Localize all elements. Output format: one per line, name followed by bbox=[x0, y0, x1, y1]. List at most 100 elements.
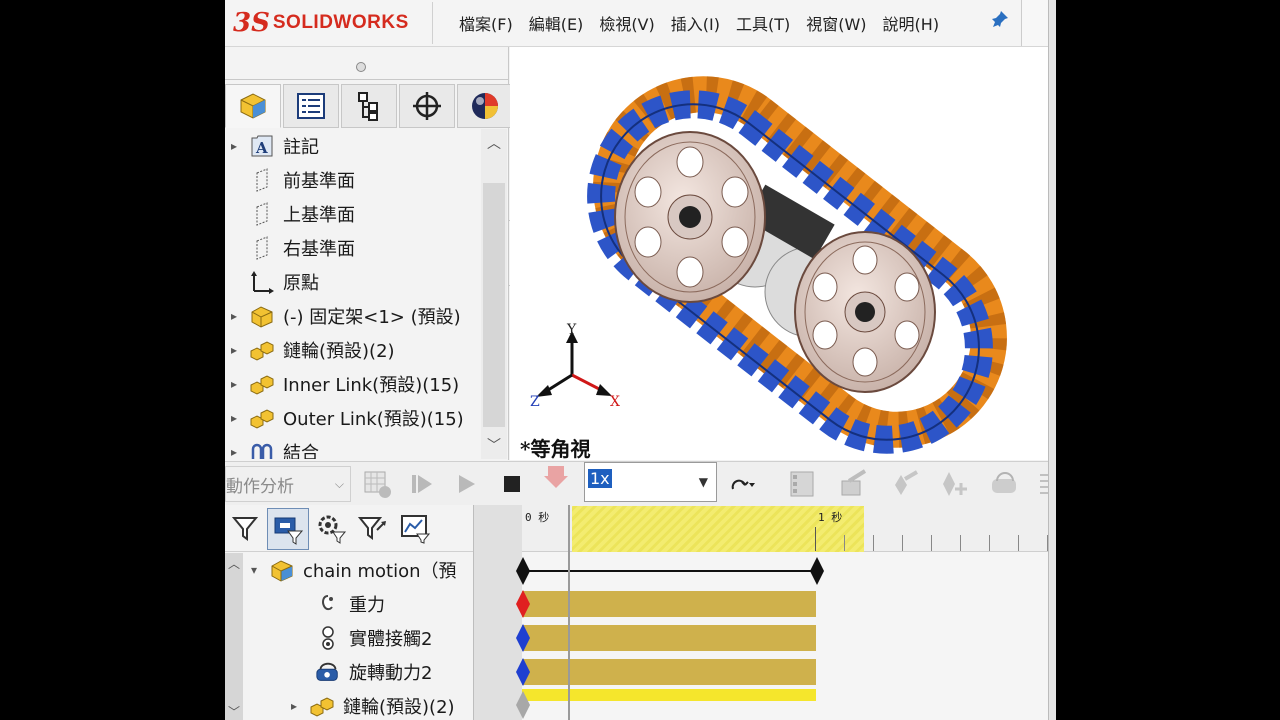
motion-tree-scrollbar[interactable]: ︿ ﹀ bbox=[225, 553, 243, 720]
scroll-down-icon[interactable]: ﹀ bbox=[481, 435, 507, 455]
expand-icon[interactable]: ▸ bbox=[227, 309, 241, 323]
menu-tools[interactable]: 工具(T) bbox=[728, 11, 798, 35]
configuration-manager-icon bbox=[358, 92, 378, 121]
filter-driving-button[interactable] bbox=[267, 508, 309, 550]
calculate-button[interactable] bbox=[361, 468, 395, 500]
menu-bar: 檔案(F) 編輯(E) 檢視(V) 插入(I) 工具(T) 視窗(W) 說明(H… bbox=[451, 0, 947, 46]
manager-tabs bbox=[225, 84, 515, 128]
tab-feature-manager[interactable] bbox=[225, 84, 281, 128]
motion-toolbar: 動作分析 ⌵ 1x ▼ bbox=[225, 461, 1050, 507]
part-icon bbox=[249, 303, 275, 329]
stop-button[interactable] bbox=[495, 468, 529, 500]
assembly-icon bbox=[269, 557, 295, 583]
autokey-button[interactable] bbox=[889, 468, 923, 500]
collapse-icon[interactable]: ▾ bbox=[247, 563, 261, 577]
feature-tree-scrollbar[interactable]: ︿ ﹀ bbox=[481, 129, 507, 459]
menu-help[interactable]: 說明(H) bbox=[875, 11, 948, 35]
assembly-icon bbox=[249, 405, 275, 431]
tree-item-inner-link[interactable]: ▸ Inner Link(預設)(15) bbox=[225, 367, 480, 401]
tree-item-annotations[interactable]: ▸ A 註記 bbox=[225, 129, 480, 163]
playback-speed-dropdown[interactable]: 1x ▼ bbox=[584, 462, 717, 502]
filter-selected-button[interactable] bbox=[311, 508, 351, 548]
menu-window[interactable]: 視窗(W) bbox=[798, 11, 874, 35]
tree-item-right-plane[interactable]: 右基準面 bbox=[225, 231, 480, 265]
key-motor[interactable] bbox=[516, 658, 530, 686]
tree-item-outer-link[interactable]: ▸ Outer Link(預設)(15) bbox=[225, 401, 480, 435]
motion-tree-item-root[interactable]: ▾ chain motion（預 bbox=[245, 553, 457, 587]
save-video-button[interactable] bbox=[785, 468, 819, 500]
results-plots-button[interactable] bbox=[395, 508, 435, 548]
tree-item-fixed-frame[interactable]: ▸ (-) 固定架<1> (預設) bbox=[225, 299, 480, 333]
motor-time-bar[interactable] bbox=[522, 659, 816, 685]
tree-item-sprocket[interactable]: ▸ 鏈輪(預設)(2) bbox=[225, 333, 480, 367]
scroll-up-icon[interactable]: ︿ bbox=[481, 133, 507, 153]
view-orientation-label: *等角視 bbox=[520, 437, 591, 461]
gravity-time-bar[interactable] bbox=[522, 591, 816, 617]
motion-tree-item-gravity[interactable]: 重力 bbox=[315, 587, 385, 621]
expand-icon[interactable]: ▸ bbox=[287, 699, 301, 713]
tree-item-origin[interactable]: 原點 bbox=[225, 265, 480, 299]
play-from-start-button[interactable] bbox=[405, 468, 439, 500]
menu-edit[interactable]: 編輯(E) bbox=[521, 11, 592, 35]
menu-file[interactable]: 檔案(F) bbox=[451, 11, 521, 35]
save-animation-button[interactable] bbox=[539, 462, 573, 494]
feature-tree: ▸ A 註記 前基準面 上基準面 右基準面 原點 ▸ (-) 固定架<1> (預… bbox=[225, 129, 480, 459]
tab-display-manager[interactable] bbox=[457, 84, 513, 128]
tree-item-mates[interactable]: ▸ 結合 bbox=[225, 435, 480, 459]
solidworks-logo[interactable]: 3S SOLIDWORKS bbox=[233, 6, 433, 40]
svg-text:A: A bbox=[255, 139, 268, 157]
motion-tree-item-contact[interactable]: 實體接觸2 bbox=[315, 621, 432, 655]
contact-time-bar[interactable] bbox=[522, 625, 816, 651]
expand-icon[interactable]: ▸ bbox=[227, 377, 241, 391]
component-time-bar[interactable] bbox=[522, 689, 816, 701]
play-button[interactable] bbox=[449, 468, 483, 500]
motion-tree-item-sprocket[interactable]: ▸ 鏈輪(預設)(2) bbox=[285, 689, 455, 720]
tick-label-0s: 0 秒 bbox=[525, 511, 550, 524]
scroll-thumb[interactable] bbox=[483, 183, 505, 427]
scroll-down-icon[interactable]: ﹀ bbox=[228, 703, 240, 720]
menu-insert[interactable]: 插入(I) bbox=[663, 11, 728, 35]
timeline-ruler[interactable]: 0 秒 1 秒 bbox=[522, 505, 1050, 552]
key-contact[interactable] bbox=[516, 624, 530, 652]
motor-icon bbox=[992, 472, 1016, 493]
key-root-end[interactable] bbox=[810, 557, 824, 585]
results-plot-icon bbox=[401, 515, 431, 544]
tree-item-top-plane[interactable]: 上基準面 bbox=[225, 197, 480, 231]
search-box-edge[interactable] bbox=[1021, 0, 1050, 46]
tree-item-front-plane[interactable]: 前基準面 bbox=[225, 163, 480, 197]
feature-manager-icon bbox=[240, 93, 266, 119]
filter-results-button[interactable] bbox=[353, 508, 393, 548]
expand-icon[interactable]: ▸ bbox=[227, 411, 241, 425]
menu-view[interactable]: 檢視(V) bbox=[591, 11, 662, 35]
playback-mode-button[interactable] bbox=[723, 468, 757, 500]
motion-tree-item-motor[interactable]: 旋轉動力2 bbox=[315, 655, 432, 689]
scroll-up-icon[interactable]: ︿ bbox=[228, 555, 240, 572]
key-root-start[interactable] bbox=[516, 557, 530, 585]
contact-icon bbox=[315, 625, 341, 651]
chain-sprocket-model[interactable]: Y X Z bbox=[510, 47, 1050, 460]
tab-configuration-manager[interactable] bbox=[341, 84, 397, 128]
filter-animated-button[interactable] bbox=[225, 508, 265, 548]
time-cursor[interactable] bbox=[568, 505, 570, 720]
key-component[interactable] bbox=[516, 691, 530, 719]
tab-property-manager[interactable] bbox=[283, 84, 339, 128]
assembly-icon bbox=[249, 337, 275, 363]
pin-icon[interactable] bbox=[991, 10, 1009, 33]
view-triad[interactable]: Y X Z bbox=[530, 322, 620, 410]
expand-icon[interactable]: ▸ bbox=[227, 445, 241, 459]
solidworks-window: 3S SOLIDWORKS 檔案(F) 編輯(E) 檢視(V) 插入(I) 工具… bbox=[225, 0, 1050, 720]
expand-icon[interactable]: ▸ bbox=[227, 343, 241, 357]
svg-text:Y: Y bbox=[566, 322, 577, 338]
chevron-down-icon: ⌵ bbox=[334, 476, 344, 491]
study-type-dropdown[interactable]: 動作分析 ⌵ bbox=[225, 466, 351, 502]
expand-icon[interactable]: ▸ bbox=[227, 139, 241, 153]
animation-wizard-button[interactable] bbox=[837, 468, 871, 500]
tab-dimxpert-manager[interactable] bbox=[399, 84, 455, 128]
panel-handle-icon[interactable] bbox=[356, 62, 366, 72]
add-key-button[interactable] bbox=[937, 468, 971, 500]
graphics-area[interactable]: Y X Z *等角視 bbox=[510, 47, 1050, 461]
motor-button[interactable] bbox=[987, 468, 1021, 500]
key-gravity[interactable] bbox=[516, 590, 530, 618]
save-animation-icon bbox=[544, 466, 568, 488]
motion-timeline[interactable]: 0 秒 1 秒 bbox=[474, 505, 1050, 720]
